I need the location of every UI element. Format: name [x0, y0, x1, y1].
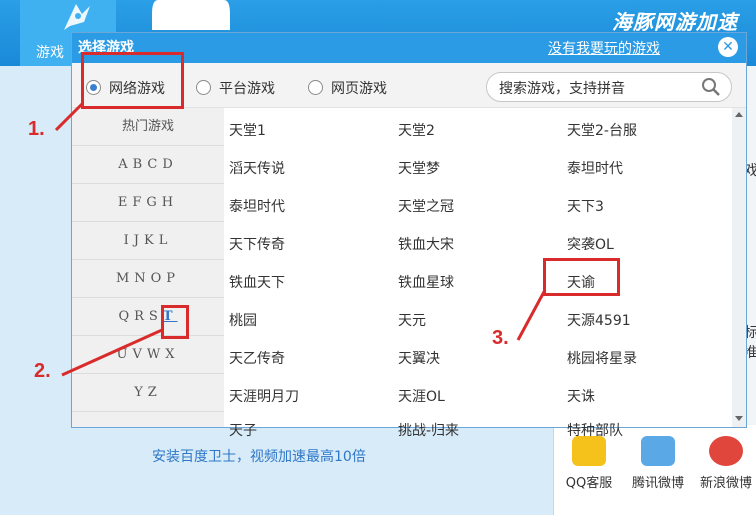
radio-icon[interactable] — [196, 80, 211, 95]
option-label: 网页游戏 — [331, 81, 387, 97]
option-platform-games[interactable]: 平台游戏 — [196, 78, 275, 98]
sina-weibo-button[interactable]: 新浪微博 — [694, 436, 756, 491]
game-item[interactable]: 铁血大宋 — [398, 234, 454, 254]
letter-group-qrst[interactable]: QRST — [72, 298, 224, 336]
search-icon[interactable] — [701, 77, 721, 97]
game-item[interactable]: 桃园 — [229, 310, 257, 330]
game-item[interactable]: 天堂2-台服 — [567, 120, 637, 140]
game-item[interactable]: 铁血星球 — [398, 272, 454, 292]
game-item[interactable]: 滔天传说 — [229, 158, 285, 178]
game-list: 天堂1 天堂2 天堂2-台服 滔天传说 天堂梦 泰坦时代 泰坦时代 天堂之冠 天… — [224, 108, 732, 427]
brand-logo-text: 海豚网游加速 — [612, 10, 738, 34]
letter-group-hot[interactable]: 热门游戏 — [72, 108, 224, 146]
game-item[interactable]: 天下3 — [567, 196, 604, 216]
letter-group-efgh[interactable]: EFGH — [72, 184, 224, 222]
game-item[interactable]: 天子 — [229, 420, 257, 440]
close-icon[interactable]: ✕ — [718, 37, 738, 57]
qq-icon — [572, 436, 606, 466]
game-item[interactable]: 铁血天下 — [229, 272, 285, 292]
share-label: QQ客服 — [565, 476, 613, 491]
letter-index: 热门游戏 ABCD EFGH IJKL MNOP QRST UVWX YZ — [72, 108, 224, 427]
nav-tab-label: 游戏 — [36, 45, 64, 61]
letter-group-abcd[interactable]: ABCD — [72, 146, 224, 184]
game-item[interactable]: 泰坦时代 — [229, 196, 285, 216]
annotation-label-2: 2. — [34, 360, 51, 382]
scroll-up-icon[interactable] — [735, 112, 743, 117]
game-item[interactable]: 天堂之冠 — [398, 196, 454, 216]
missing-game-link[interactable]: 没有我要玩的游戏 — [548, 38, 660, 58]
promo-link[interactable]: 安装百度卫士，视频加速最高10倍 — [152, 446, 366, 466]
tencent-weibo-icon — [641, 436, 675, 466]
sina-weibo-icon — [709, 436, 743, 466]
share-label: 腾讯微博 — [631, 476, 684, 491]
game-item[interactable]: 天乙传奇 — [229, 348, 285, 368]
annotation-box-1 — [81, 52, 184, 109]
share-label: 新浪微博 — [699, 476, 752, 491]
game-item[interactable]: 天元 — [398, 310, 426, 330]
letter-group-yz[interactable]: YZ — [72, 374, 224, 412]
gamepad-icon[interactable] — [152, 0, 230, 30]
option-web-games[interactable]: 网页游戏 — [308, 78, 387, 98]
game-item[interactable]: 天下传奇 — [229, 234, 285, 254]
game-item[interactable]: 天堂2 — [398, 120, 435, 140]
tencent-weibo-button[interactable]: 腾讯微博 — [626, 436, 690, 491]
game-item[interactable]: 特种部队 — [567, 420, 623, 440]
option-label: 平台游戏 — [219, 81, 275, 97]
letters-qrs[interactable]: QRS — [118, 309, 162, 324]
search-placeholder: 搜索游戏，支持拼音 — [499, 81, 625, 97]
rocket-icon — [64, 4, 90, 30]
radio-icon[interactable] — [308, 80, 323, 95]
game-item[interactable]: 突袭OL — [567, 234, 614, 254]
letter-group-ijkl[interactable]: IJKL — [72, 222, 224, 260]
game-item[interactable]: 挑战-归来 — [398, 420, 459, 440]
annotation-box-2 — [161, 305, 189, 339]
letter-group-mnop[interactable]: MNOP — [72, 260, 224, 298]
game-item[interactable]: 天堂1 — [229, 120, 266, 140]
game-list-scrollbar[interactable] — [732, 108, 746, 427]
game-search-input[interactable]: 搜索游戏，支持拼音 — [486, 72, 732, 102]
letter-group-uvwx[interactable]: UVWX — [72, 336, 224, 374]
qq-support-button[interactable]: QQ客服 — [557, 436, 621, 491]
game-item[interactable]: 天涯明月刀 — [229, 386, 299, 406]
game-item[interactable]: 天涯OL — [398, 386, 445, 406]
game-item[interactable]: 天诛 — [567, 386, 595, 406]
annotation-label-1: 1. — [28, 118, 45, 140]
annotation-label-3: 3. — [492, 327, 509, 349]
game-item[interactable]: 桃园将星录 — [567, 348, 637, 368]
game-item[interactable]: 泰坦时代 — [567, 158, 623, 178]
game-item[interactable]: 天堂梦 — [398, 158, 440, 178]
game-item[interactable]: 天源4591 — [567, 310, 631, 330]
game-item[interactable]: 天翼决 — [398, 348, 440, 368]
annotation-box-3 — [543, 258, 620, 296]
scroll-down-icon[interactable] — [735, 416, 743, 421]
